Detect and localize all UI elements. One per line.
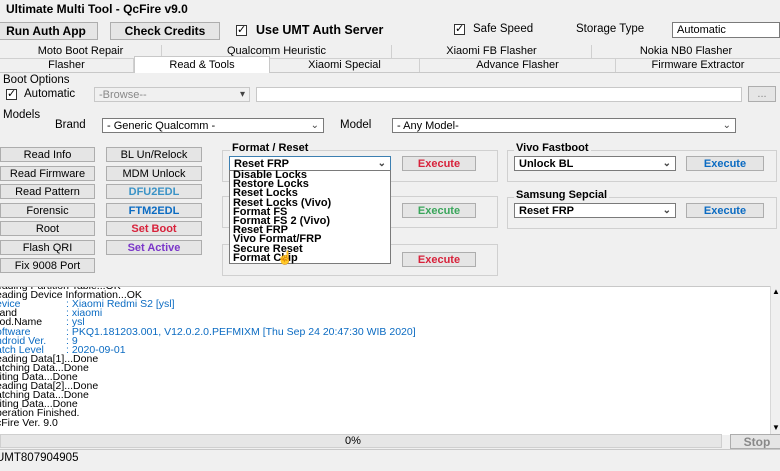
chevron-down-icon: ⌄ bbox=[722, 120, 731, 131]
log-scrollbar[interactable]: ▲ ▼ bbox=[770, 286, 780, 434]
chevron-down-icon: ⌄ bbox=[377, 158, 386, 169]
automatic-checkbox[interactable] bbox=[6, 87, 17, 101]
format-reset-dropdown-list[interactable]: Disable Locks Restore Locks Reset Locks … bbox=[229, 169, 391, 264]
boot-options-label: Boot Options bbox=[3, 74, 70, 86]
group-3-execute-button[interactable]: Execute bbox=[402, 252, 476, 267]
dfu2edl-button[interactable]: DFU2EDL bbox=[106, 184, 202, 199]
log-line: oftware: PKQ1.181203.001, V12.0.2.0.PEFM… bbox=[0, 325, 416, 338]
check-credits-button[interactable]: Check Credits bbox=[110, 22, 220, 40]
samsung-special-select[interactable]: Reset FRP ⌄ bbox=[514, 203, 676, 218]
vivo-fastboot-label: Vivo Fastboot bbox=[514, 142, 591, 154]
brand-select[interactable]: - Generic Qualcomm - ⌄ bbox=[102, 118, 324, 133]
vivo-fastboot-select[interactable]: Unlock BL ⌄ bbox=[514, 156, 676, 171]
mouse-cursor-icon: ☝ bbox=[277, 250, 294, 265]
flash-qri-button[interactable]: Flash QRI bbox=[0, 240, 95, 255]
set-active-button[interactable]: Set Active bbox=[106, 240, 202, 255]
brand-label: Brand bbox=[55, 119, 86, 131]
window-title: Ultimate Multi Tool - QcFire v9.0 bbox=[6, 2, 188, 16]
root-button[interactable]: Root bbox=[0, 221, 95, 236]
group-2-execute-button[interactable]: Execute bbox=[402, 203, 476, 218]
tab-firmware-extractor[interactable]: Firmware Extractor bbox=[616, 59, 780, 72]
bl-unrelock-button[interactable]: BL Un/Relock bbox=[106, 147, 202, 162]
model-value: - Any Model- bbox=[397, 120, 459, 132]
model-select[interactable]: - Any Model- ⌄ bbox=[392, 118, 736, 133]
browse-dots-button[interactable]: ... bbox=[748, 86, 776, 102]
tab-advance-flasher[interactable]: Advance Flasher bbox=[420, 59, 616, 72]
storage-type-value: Automatic bbox=[677, 24, 726, 36]
serial-number: UMT807904905 bbox=[0, 452, 79, 464]
tabs-row-2: Flasher Read & Tools Xiaomi Special Adva… bbox=[0, 56, 780, 73]
mdm-unlock-button[interactable]: MDM Unlock bbox=[106, 166, 202, 181]
browse-placeholder: -Browse-- bbox=[99, 89, 147, 101]
log-value: : PKQ1.181203.001, V12.0.2.0.PEFMIXM [Th… bbox=[66, 325, 416, 338]
storage-type-label: Storage Type bbox=[576, 23, 645, 35]
log-output: eading Partition Table...OK eading Device… bbox=[0, 286, 770, 435]
tab-xiaomi-special[interactable]: Xiaomi Special bbox=[270, 59, 420, 72]
safe-speed-label: Safe Speed bbox=[473, 23, 534, 35]
forensic-button[interactable]: Forensic bbox=[0, 203, 95, 218]
storage-type-select[interactable]: Automatic bbox=[672, 22, 780, 38]
log-key: cFire Ver. 9.0 bbox=[0, 416, 58, 429]
use-umt-auth-label: Use UMT Auth Server bbox=[256, 23, 384, 37]
scroll-up-icon[interactable]: ▲ bbox=[772, 287, 780, 296]
tab-nokia-nb0-flasher[interactable]: Nokia NB0 Flasher bbox=[592, 45, 780, 58]
read-firmware-button[interactable]: Read Firmware bbox=[0, 166, 95, 181]
dropdown-item[interactable]: Format Chip bbox=[230, 252, 390, 263]
fix-9008-port-button[interactable]: Fix 9008 Port bbox=[0, 258, 95, 273]
chevron-down-icon: ⌄ bbox=[310, 120, 319, 131]
progress-text: 0% bbox=[345, 435, 361, 447]
vivo-fastboot-value: Unlock BL bbox=[519, 158, 574, 170]
boot-file-input[interactable] bbox=[256, 87, 742, 102]
run-auth-app-button[interactable]: Run Auth App bbox=[0, 22, 98, 40]
vivo-fastboot-execute-button[interactable]: Execute bbox=[686, 156, 764, 171]
chevron-down-icon: ⌄ bbox=[662, 205, 671, 216]
tab-xiaomi-fb-flasher[interactable]: Xiaomi FB Flasher bbox=[392, 45, 592, 58]
scroll-down-icon[interactable]: ▼ bbox=[772, 423, 780, 432]
automatic-label: Automatic bbox=[24, 88, 76, 100]
ftm2edl-button[interactable]: FTM2EDL bbox=[106, 203, 202, 218]
set-boot-button[interactable]: Set Boot bbox=[106, 221, 202, 236]
format-reset-label: Format / Reset bbox=[230, 142, 311, 154]
models-label: Models bbox=[3, 109, 41, 121]
samsung-special-label: Samsung Sepcial bbox=[514, 189, 610, 201]
chevron-down-icon: ⌄ bbox=[662, 158, 671, 169]
status-bar: UMT807904905 bbox=[0, 449, 780, 471]
browse-select[interactable]: -Browse-- ▾ bbox=[94, 87, 250, 102]
tab-flasher[interactable]: Flasher bbox=[0, 59, 134, 72]
format-reset-execute-button[interactable]: Execute bbox=[402, 156, 476, 171]
samsung-special-value: Reset FRP bbox=[519, 205, 575, 217]
model-label: Model bbox=[340, 119, 372, 131]
chevron-down-icon: ▾ bbox=[239, 89, 245, 100]
brand-value: - Generic Qualcomm - bbox=[107, 120, 216, 132]
tabs-row-1: Moto Boot Repair Qualcomm Heuristic Xiao… bbox=[0, 44, 780, 59]
read-pattern-button[interactable]: Read Pattern bbox=[0, 184, 95, 199]
stop-button[interactable]: Stop bbox=[730, 434, 780, 449]
read-info-button[interactable]: Read Info bbox=[0, 147, 95, 162]
progress-bar: 0% bbox=[0, 434, 722, 448]
use-umt-auth-checkbox[interactable] bbox=[236, 23, 247, 37]
title-bar: Ultimate Multi Tool - QcFire v9.0 bbox=[0, 0, 780, 18]
safe-speed-checkbox[interactable] bbox=[454, 22, 465, 36]
samsung-special-execute-button[interactable]: Execute bbox=[686, 203, 764, 218]
log-line: cFire Ver. 9.0 bbox=[0, 416, 58, 429]
tab-read-tools[interactable]: Read & Tools bbox=[134, 56, 270, 73]
